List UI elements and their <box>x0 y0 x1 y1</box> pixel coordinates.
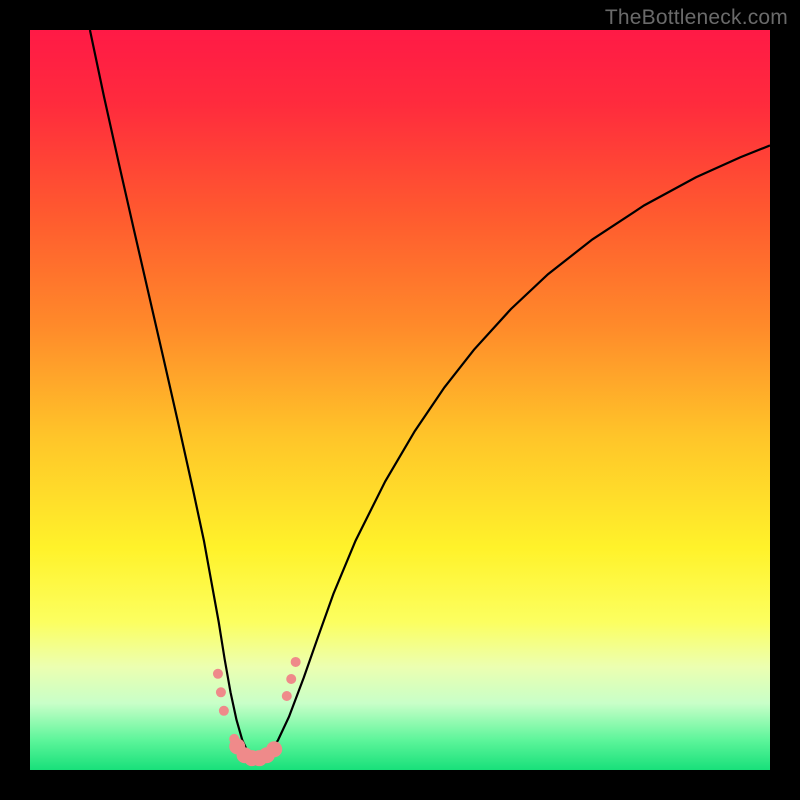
marker-point <box>291 657 301 667</box>
marker-point <box>213 669 223 679</box>
watermark-text: TheBottleneck.com <box>605 6 788 30</box>
plot-area <box>30 30 770 770</box>
gradient-rect <box>30 30 770 770</box>
chart-svg <box>30 30 770 770</box>
outer-frame: TheBottleneck.com <box>0 0 800 800</box>
marker-point <box>216 687 226 697</box>
marker-point <box>286 674 296 684</box>
marker-point <box>266 741 282 757</box>
marker-point <box>282 691 292 701</box>
marker-point <box>219 706 229 716</box>
